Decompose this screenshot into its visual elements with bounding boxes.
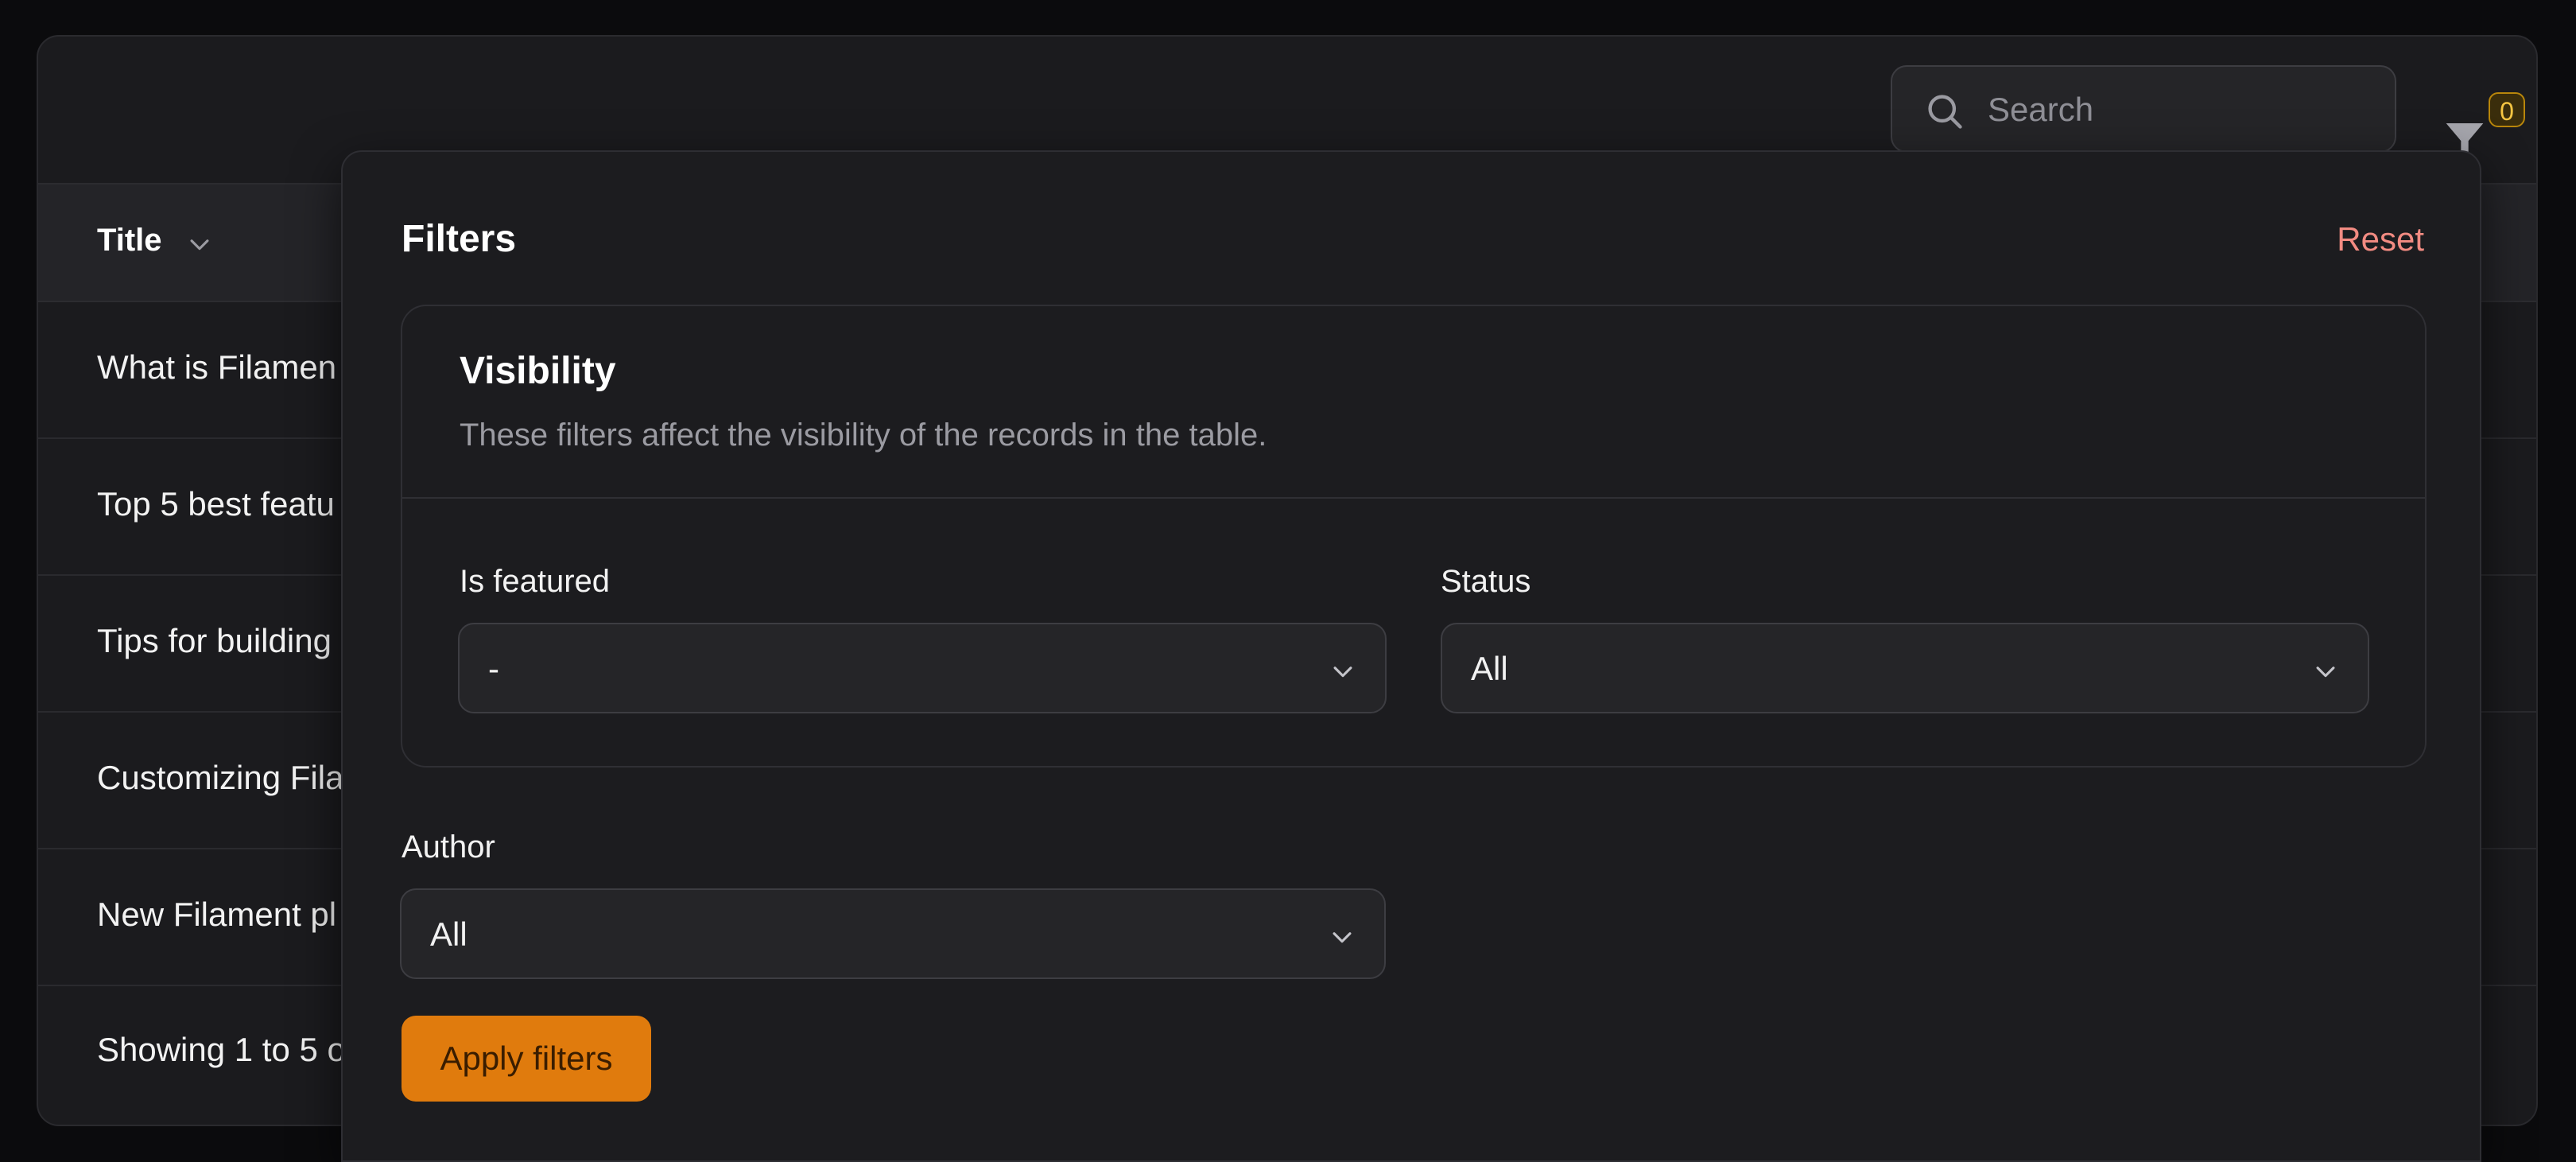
- author-select[interactable]: All: [400, 888, 1386, 979]
- is-featured-select[interactable]: -: [458, 623, 1387, 713]
- visibility-section: Visibility These filters affect the visi…: [401, 305, 2427, 768]
- row-title: Customizing Fila: [97, 759, 344, 796]
- chevron-down-icon[interactable]: [186, 231, 213, 258]
- apply-filters-button[interactable]: Apply filters: [402, 1016, 651, 1102]
- row-title: Top 5 best featu: [97, 485, 335, 523]
- search-input[interactable]: [1986, 67, 2371, 153]
- search-box[interactable]: [1891, 65, 2396, 153]
- author-label: Author: [402, 830, 495, 865]
- divider: [402, 497, 2425, 499]
- reset-filters-button[interactable]: Reset: [2337, 220, 2424, 258]
- row-title: What is Filamen: [97, 348, 337, 386]
- pagination-summary: Showing 1 to 5 o: [97, 1031, 346, 1068]
- column-header-title[interactable]: Title: [97, 223, 162, 258]
- select-value: All: [1471, 650, 1508, 687]
- filters-title: Filters: [402, 218, 517, 260]
- chevron-down-icon: [1333, 932, 1352, 943]
- status-label: Status: [1441, 564, 1531, 599]
- section-title: Visibility: [460, 350, 616, 392]
- chevron-down-icon: [1333, 666, 1352, 678]
- status-select[interactable]: All: [1441, 623, 2369, 713]
- search-icon: [1928, 95, 1962, 129]
- row-title: Tips for building: [97, 622, 332, 659]
- filter-toggle-button[interactable]: 0: [2431, 68, 2525, 157]
- filter-count-badge: 0: [2489, 92, 2525, 127]
- chevron-down-icon: [2316, 666, 2335, 678]
- filters-dropdown-panel: Filters Reset Visibility These filters a…: [341, 150, 2481, 1162]
- section-description: These filters affect the visibility of t…: [460, 418, 1267, 453]
- select-value: -: [488, 650, 499, 687]
- is-featured-label: Is featured: [460, 564, 611, 599]
- row-title: New Filament pl: [97, 896, 337, 933]
- select-value: All: [430, 915, 467, 953]
